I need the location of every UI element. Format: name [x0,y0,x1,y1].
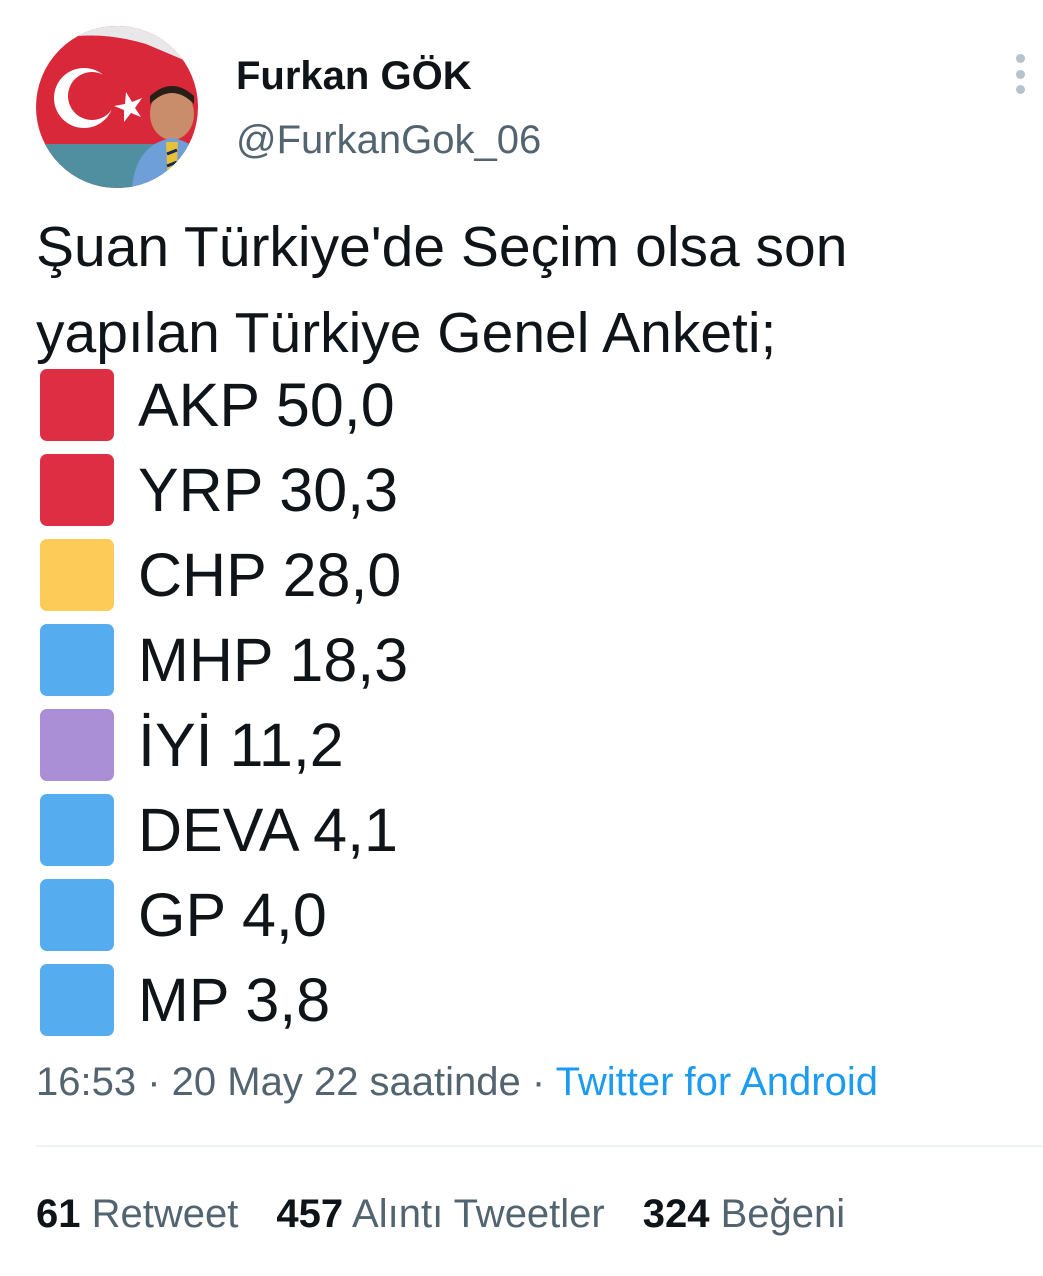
poll-item-mhp: MHP 18,3 [40,617,408,702]
quote-count: 457 [276,1192,344,1236]
poll-label: YRP 30,3 [138,455,398,524]
red-square-icon [40,368,114,441]
tweet-source-link[interactable]: Twitter for Android [556,1060,878,1104]
avatar[interactable] [36,26,198,188]
tweet-stats: 61 Retweet 457 Alıntı Tweetler 324 Beğen… [36,1188,883,1240]
retweet-count-link[interactable]: 61 Retweet [36,1188,238,1240]
poll-label: GP 4,0 [138,880,327,949]
poll-label: İYİ 11,2 [138,710,344,779]
meta-separator: · [520,1060,556,1104]
poll-item-chp: CHP 28,0 [40,532,408,617]
blue-square-icon [40,793,114,866]
retweet-count: 61 [36,1192,81,1236]
tweet-date[interactable]: 20 May 22 saatinde [172,1060,521,1104]
author-handle[interactable]: @FurkanGok_06 [236,116,541,164]
tweet: Furkan GÖK @FurkanGok_06 Şuan Türkiye'de… [0,0,1043,1276]
quote-count-link[interactable]: 457 Alıntı Tweetler [276,1188,604,1240]
yellow-square-icon [40,538,114,611]
divider [36,1145,1043,1147]
like-count: 324 [642,1192,710,1236]
meta-separator: · [136,1060,172,1104]
tweet-meta: 16:53 · 20 May 22 saatinde · Twitter for… [36,1056,878,1108]
poll-label: MHP 18,3 [138,625,409,694]
profile-photo-icon [36,26,198,188]
poll-label: DEVA 4,1 [138,795,398,864]
poll-label: AKP 50,0 [138,370,395,439]
poll-label: CHP 28,0 [138,540,402,609]
poll-item-gp: GP 4,0 [40,872,408,957]
quote-label: Alıntı Tweetler [352,1192,605,1236]
poll-item-mp: MP 3,8 [40,957,408,1042]
poll-results-list: AKP 50,0 YRP 30,3 CHP 28,0 MHP 18,3 İYİ … [40,362,408,1042]
author-name[interactable]: Furkan GÖK [236,52,472,100]
tweet-text: Şuan Türkiye'de Seçim olsa son yapılan T… [36,204,1026,376]
blue-square-icon [40,963,114,1036]
poll-item-akp: AKP 50,0 [40,362,408,447]
more-dot [1015,69,1025,79]
poll-item-deva: DEVA 4,1 [40,787,408,872]
more-dot [1015,54,1025,63]
blue-square-icon [40,623,114,696]
blue-square-icon [40,878,114,951]
red-square-icon [40,453,114,526]
like-label: Beğeni [720,1192,846,1236]
purple-square-icon [40,708,114,781]
poll-item-iyi: İYİ 11,2 [40,702,408,787]
poll-label: MP 3,8 [138,965,331,1034]
poll-item-yrp: YRP 30,3 [40,447,408,532]
retweet-label: Retweet [91,1192,239,1236]
tweet-text-line: Şuan Türkiye'de Seçim olsa son [36,215,848,279]
more-vertical-icon[interactable] [1000,48,1040,100]
more-dot [1015,85,1025,94]
tweet-time[interactable]: 16:53 [36,1060,136,1104]
like-count-link[interactable]: 324 Beğeni [643,1188,845,1240]
